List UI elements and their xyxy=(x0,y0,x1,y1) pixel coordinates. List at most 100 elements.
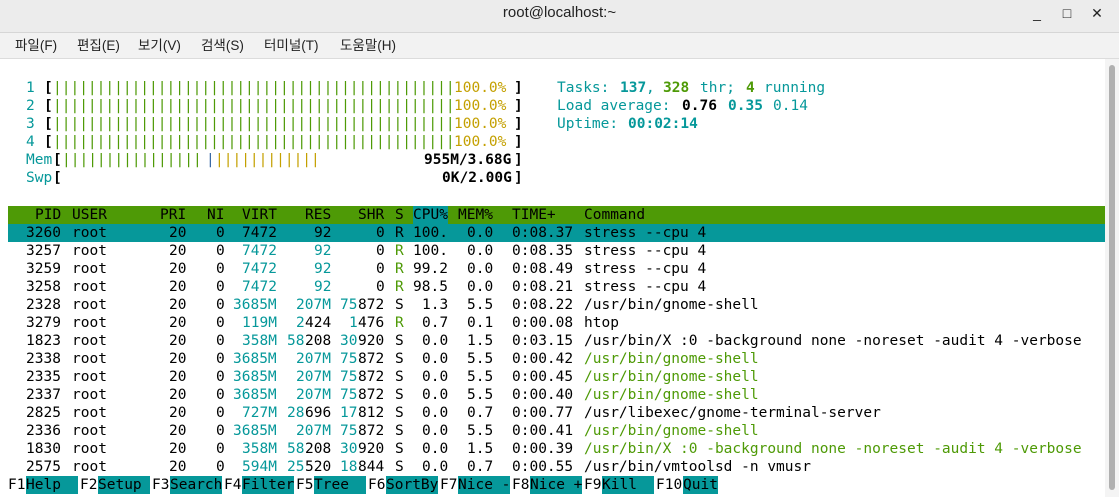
cell-ni: 0 xyxy=(216,279,225,295)
cell-res: 58 xyxy=(287,333,305,349)
fkey-label-f9[interactable]: Kill xyxy=(602,476,655,494)
load-1: 0.76 xyxy=(682,98,717,114)
header-time[interactable]: TIME+ xyxy=(512,206,556,224)
load-5: 0.35 xyxy=(728,98,763,114)
menu-search[interactable]: 검색(S) xyxy=(201,33,244,58)
cell-mem: 1.5 xyxy=(467,333,494,349)
cpu-meter-label: 2 xyxy=(26,98,35,114)
maximize-button[interactable]: □ xyxy=(1056,2,1078,24)
cell-time: 0:00.08 xyxy=(512,315,574,331)
title-bar[interactable]: root@localhost:~ _ □ ✕ xyxy=(0,0,1119,33)
scrollbar[interactable] xyxy=(1105,59,1119,497)
fkey-label-f10[interactable]: Quit xyxy=(683,476,718,494)
cell-shr-tail: 812 xyxy=(358,405,385,421)
cpu-meter-bar: ||||||||||||||||||||||||||||||||||||||||… xyxy=(53,116,455,132)
cell-shr-tail: 844 xyxy=(358,459,385,475)
cell-shr-tail: 920 xyxy=(358,441,385,457)
cell-mem: 0.7 xyxy=(467,405,494,421)
fkey-label-f2[interactable]: Setup xyxy=(98,476,151,494)
cell-user: root xyxy=(72,333,107,349)
scrollbar-thumb[interactable] xyxy=(1109,65,1115,490)
cell-mem: 0.1 xyxy=(467,315,494,331)
cell-command: /usr/bin/vmtoolsd -n vmusr xyxy=(584,459,811,475)
cell-pri: 20 xyxy=(169,423,187,439)
cell-shr: 75 xyxy=(340,387,358,403)
cell-pid: 2336 xyxy=(26,423,61,439)
fkey-f10[interactable]: F10 xyxy=(656,476,683,494)
cell-user: root xyxy=(72,387,107,403)
fkey-f1[interactable]: F1 xyxy=(8,476,26,494)
terminal-area[interactable]: 1[||||||||||||||||||||||||||||||||||||||… xyxy=(0,59,1106,497)
fkey-f5[interactable]: F5 xyxy=(296,476,314,494)
cell-pid: 2338 xyxy=(26,351,61,367)
cell-pri: 20 xyxy=(169,441,187,457)
header-virt[interactable]: VIRT xyxy=(242,206,277,224)
cell-command: stress --cpu 4 xyxy=(584,279,707,295)
cell-virt: 3685M xyxy=(233,297,277,313)
fkey-label-f7[interactable]: Nice - xyxy=(458,476,511,494)
fkey-f3[interactable]: F3 xyxy=(152,476,170,494)
cell-state: R xyxy=(395,315,404,331)
cell-res-tail: 208 xyxy=(305,333,332,349)
cell-ni: 0 xyxy=(216,459,225,475)
cell-state: S xyxy=(395,369,404,385)
header-res[interactable]: RES xyxy=(305,206,331,224)
fkey-f9[interactable]: F9 xyxy=(584,476,602,494)
cell-time: 0:00.41 xyxy=(512,423,574,439)
fkey-label-f8[interactable]: Nice + xyxy=(530,476,583,494)
fkey-f6[interactable]: F6 xyxy=(368,476,386,494)
menu-edit[interactable]: 편집(E) xyxy=(77,33,120,58)
cpu-meter-label: 4 xyxy=(26,134,35,150)
cell-res: 92 xyxy=(314,279,332,295)
cell-pri: 20 xyxy=(169,459,187,475)
meter-bracket: ] xyxy=(514,134,523,150)
header-ni[interactable]: NI xyxy=(207,206,224,224)
cell-state: S xyxy=(395,387,404,403)
header-cpu[interactable]: CPU% xyxy=(413,206,448,224)
cell-res: 207M xyxy=(296,423,331,439)
fkey-f2[interactable]: F2 xyxy=(80,476,98,494)
cell-virt: 358M xyxy=(242,441,277,457)
header-pri[interactable]: PRI xyxy=(160,206,186,224)
cell-pri: 20 xyxy=(169,333,187,349)
header-state[interactable]: S xyxy=(395,206,404,224)
cell-user: root xyxy=(72,315,107,331)
fkey-label-f3[interactable]: Search xyxy=(170,476,223,494)
cell-shr: 30 xyxy=(340,441,358,457)
cell-cpu: 0.0 xyxy=(422,405,449,421)
cell-pid: 3279 xyxy=(26,315,61,331)
cell-user: root xyxy=(72,297,107,313)
cell-mem: 5.5 xyxy=(467,351,494,367)
fkey-label-f6[interactable]: SortBy xyxy=(386,476,439,494)
fkey-f8[interactable]: F8 xyxy=(512,476,530,494)
meter-bracket: ] xyxy=(514,116,523,132)
uptime-label: Uptime: xyxy=(557,116,619,132)
cell-ni: 0 xyxy=(216,225,225,241)
cell-command: /usr/bin/gnome-shell xyxy=(584,423,759,439)
menu-file[interactable]: 파일(F) xyxy=(15,33,57,58)
cell-state: S xyxy=(395,333,404,349)
header-shr[interactable]: SHR xyxy=(358,206,384,224)
close-button[interactable]: ✕ xyxy=(1086,2,1108,24)
menu-view[interactable]: 보기(V) xyxy=(138,33,181,58)
fkey-label-f1[interactable]: Help xyxy=(26,476,79,494)
menu-help[interactable]: 도움말(H) xyxy=(340,33,396,58)
cell-ni: 0 xyxy=(216,441,225,457)
minimize-button[interactable]: _ xyxy=(1026,2,1048,24)
cell-mem: 5.5 xyxy=(467,297,494,313)
header-pid[interactable]: PID xyxy=(35,206,61,224)
fkey-label-f4[interactable]: Filter xyxy=(242,476,295,494)
fkey-f7[interactable]: F7 xyxy=(440,476,458,494)
header-mem[interactable]: MEM% xyxy=(458,206,493,224)
cell-pid: 2335 xyxy=(26,369,61,385)
cell-state: S xyxy=(395,297,404,313)
fkey-f4[interactable]: F4 xyxy=(224,476,242,494)
cell-command: stress --cpu 4 xyxy=(584,225,707,241)
cell-cpu: 0.0 xyxy=(422,423,449,439)
menu-terminal[interactable]: 터미널(T) xyxy=(264,33,319,58)
cell-pid: 2328 xyxy=(26,297,61,313)
header-command[interactable]: Command xyxy=(584,206,645,224)
fkey-label-f5[interactable]: Tree xyxy=(314,476,367,494)
cell-user: root xyxy=(72,243,107,259)
header-user[interactable]: USER xyxy=(72,206,107,224)
